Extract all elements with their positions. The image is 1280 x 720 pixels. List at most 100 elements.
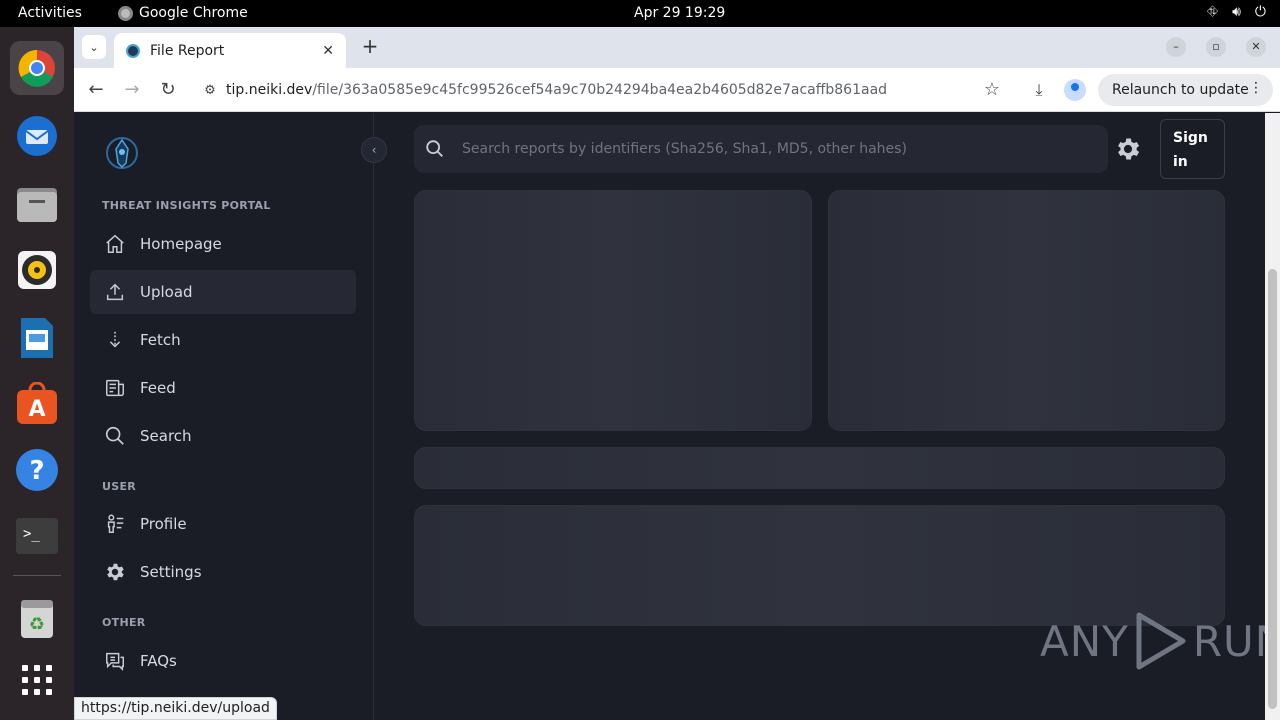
fetch-icon xyxy=(104,329,126,351)
collapse-sidebar-button[interactable]: ‹ xyxy=(361,137,387,163)
trash-icon: ♻ xyxy=(21,600,53,638)
sidebar-item-faqs[interactable]: FAQs xyxy=(90,639,356,683)
thunderbird-icon xyxy=(17,116,57,156)
dock-chrome[interactable] xyxy=(10,41,64,95)
app-name: Google Chrome xyxy=(139,5,248,21)
anyrun-watermark: ANY RUN xyxy=(1040,611,1280,671)
web-page: THREAT INSIGHTS PORTAL Homepage Upload F… xyxy=(74,113,1280,720)
search-input[interactable] xyxy=(462,141,1082,157)
scrollbar-thumb[interactable] xyxy=(1268,269,1277,709)
terminal-icon: >_ xyxy=(16,518,58,554)
chevron-left-icon: ‹ xyxy=(371,143,377,157)
system-top-bar: Activities Google Chrome Apr 29 19:29 ⛗ … xyxy=(0,0,1280,27)
relaunch-button[interactable]: Relaunch to update ⋮ xyxy=(1098,74,1273,106)
svg-text:A: A xyxy=(28,397,45,422)
system-tray[interactable]: ⛗ 🔊︎ ⏻ xyxy=(1207,4,1266,20)
play-logo-icon xyxy=(1136,612,1186,670)
section-label-portal: THREAT INSIGHTS PORTAL xyxy=(102,199,271,212)
minimize-button[interactable]: – xyxy=(1166,37,1186,57)
sidebar-item-search[interactable]: Search xyxy=(90,414,356,458)
close-window-button[interactable]: ✕ xyxy=(1246,37,1266,57)
chrome-icon xyxy=(118,5,133,21)
bookmark-star-icon[interactable]: ☆ xyxy=(984,79,1000,100)
dock-app-center[interactable]: A xyxy=(10,377,64,431)
forward-button[interactable]: → xyxy=(120,78,144,102)
page-scrollbar[interactable] xyxy=(1265,113,1280,720)
dock-files[interactable] xyxy=(10,177,64,231)
menu-dots-icon[interactable]: ⋮ xyxy=(1249,80,1263,96)
relaunch-label: Relaunch to update xyxy=(1112,82,1249,98)
section-label-other: OTHER xyxy=(102,616,146,629)
back-button[interactable]: ← xyxy=(84,78,108,102)
sidebar-item-label: Fetch xyxy=(140,331,181,349)
dock-trash[interactable]: ♻ xyxy=(10,591,64,645)
sidebar-item-homepage[interactable]: Homepage xyxy=(90,222,356,266)
sidebar-item-upload[interactable]: Upload xyxy=(90,270,356,314)
sidebar-item-settings[interactable]: Settings xyxy=(90,550,356,594)
clock[interactable]: Apr 29 19:29 xyxy=(634,5,725,21)
reload-button[interactable]: ↻ xyxy=(156,78,180,102)
tab-strip: ⌄ File Report ✕ + – ▫ ✕ xyxy=(74,27,1280,68)
sidebar-item-fetch[interactable]: Fetch xyxy=(90,318,356,362)
home-icon xyxy=(104,233,126,255)
sidebar-item-profile[interactable]: Profile xyxy=(90,502,356,546)
site-info-icon[interactable]: ⚙ xyxy=(194,83,226,98)
dock-thunderbird[interactable] xyxy=(10,109,64,163)
show-apps-button[interactable] xyxy=(10,653,64,707)
svg-text:>_: >_ xyxy=(23,526,40,542)
link-status-bubble: https://tip.neiki.dev/upload xyxy=(74,697,277,720)
profile-icon xyxy=(104,513,126,535)
skeleton-card-left xyxy=(414,190,812,431)
sidebar-item-feed[interactable]: Feed xyxy=(90,366,356,410)
dock-writer[interactable] xyxy=(10,311,64,365)
sidebar-item-label: Search xyxy=(140,427,192,445)
profile-avatar[interactable] xyxy=(1064,79,1086,101)
new-tab-button[interactable]: + xyxy=(358,35,382,59)
sign-in-button[interactable]: Sign in xyxy=(1160,119,1225,179)
watermark-left-text: ANY xyxy=(1040,616,1129,666)
logo-icon xyxy=(106,137,138,169)
svg-text:?: ? xyxy=(29,456,44,486)
tab-file-report[interactable]: File Report ✕ xyxy=(114,33,346,68)
power-icon: ⏻ xyxy=(1254,4,1266,20)
volume-icon: 🔊︎ xyxy=(1232,4,1241,20)
tab-search-button[interactable]: ⌄ xyxy=(82,35,106,59)
chrome-icon xyxy=(18,49,55,87)
maximize-button[interactable]: ▫ xyxy=(1206,37,1226,57)
browser-toolbar: ← → ↻ ⚙ tip.neiki.dev/file/363a0585e9c45… xyxy=(74,68,1280,112)
url-path: /file/363a0585e9c45fc99526cef54a9c70b242… xyxy=(312,82,888,98)
activities-button[interactable]: Activities xyxy=(18,5,82,21)
search-icon xyxy=(104,425,126,447)
feed-icon xyxy=(104,377,126,399)
dock-help[interactable]: ? xyxy=(10,443,64,497)
help-icon: ? xyxy=(16,449,58,491)
sidebar: THREAT INSIGHTS PORTAL Homepage Upload F… xyxy=(74,113,374,720)
rhythmbox-icon xyxy=(18,251,56,289)
close-tab-icon[interactable]: ✕ xyxy=(322,43,334,59)
sidebar-item-label: Feed xyxy=(140,379,176,397)
sidebar-item-label: FAQs xyxy=(140,652,177,670)
skeleton-card-right xyxy=(828,190,1225,431)
sidebar-item-label: Profile xyxy=(140,515,187,533)
settings-gear-icon[interactable] xyxy=(1114,135,1142,163)
files-icon xyxy=(17,188,57,222)
address-bar[interactable]: ⚙ tip.neiki.dev/file/363a0585e9c45fc9952… xyxy=(194,73,1008,107)
faq-icon xyxy=(104,650,126,672)
sidebar-item-label: Homepage xyxy=(140,235,222,253)
skeleton-panel xyxy=(414,505,1225,626)
app-menu[interactable]: Google Chrome xyxy=(118,5,248,21)
download-icon[interactable]: ⤓ xyxy=(1027,78,1051,102)
dock-terminal[interactable]: >_ xyxy=(10,509,64,563)
dock-rhythmbox[interactable] xyxy=(10,243,64,297)
sign-in-label-line2: in xyxy=(1173,154,1188,170)
sidebar-item-label: Upload xyxy=(140,283,193,301)
app-grid-icon xyxy=(22,665,52,695)
search-bar xyxy=(414,125,1108,173)
writer-icon xyxy=(21,318,53,358)
skeleton-bar xyxy=(414,447,1225,489)
gear-icon xyxy=(104,561,126,583)
tab-title: File Report xyxy=(150,42,225,59)
svg-text:♻: ♻ xyxy=(29,614,45,635)
dock-separator xyxy=(13,575,61,576)
sidebar-item-label: Settings xyxy=(140,563,202,581)
